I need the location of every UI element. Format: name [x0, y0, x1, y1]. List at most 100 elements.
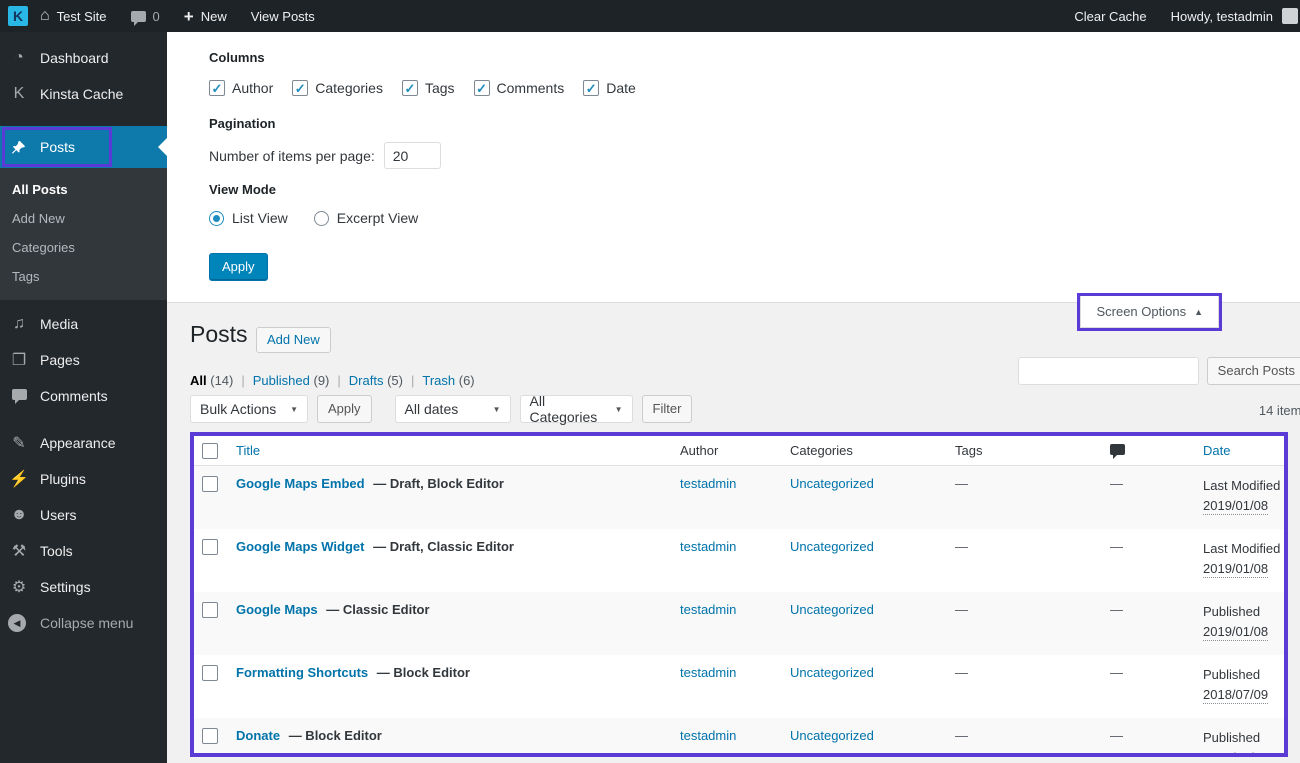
categories-filter-select[interactable]: All Categories ▼: [519, 393, 633, 425]
sidebar-item-users[interactable]: ☻ Users: [0, 497, 167, 533]
columns-heading: Columns: [209, 50, 265, 65]
comments-cell: —: [1110, 602, 1123, 617]
screen-options-apply-button[interactable]: Apply: [209, 253, 268, 281]
sidebar-item-comments[interactable]: Comments: [0, 378, 167, 414]
clear-cache-label: Clear Cache: [1074, 8, 1147, 24]
filter-all[interactable]: All (14): [190, 373, 233, 388]
sort-title-header[interactable]: Title: [226, 443, 680, 458]
checkbox-tags[interactable]: ✓ Tags: [401, 80, 455, 96]
post-title-link[interactable]: Google Maps Widget: [236, 539, 364, 554]
row-checkbox[interactable]: [202, 602, 218, 618]
sort-date-header[interactable]: Date: [1203, 443, 1284, 458]
sidebar-item-settings[interactable]: ⚙ Settings: [0, 569, 167, 605]
row-checkbox[interactable]: [202, 728, 218, 744]
row-checkbox[interactable]: [202, 476, 218, 492]
sidebar-item-kinsta-cache[interactable]: K Kinsta Cache: [0, 76, 167, 112]
author-link[interactable]: testadmin: [680, 728, 736, 743]
submenu-all-posts[interactable]: All Posts: [0, 175, 167, 204]
tags-cell: —: [955, 602, 968, 617]
sidebar-item-media[interactable]: ♫ Media: [0, 306, 167, 342]
page-title: Posts: [190, 321, 248, 347]
bulk-actions-select[interactable]: Bulk Actions ▼: [190, 395, 308, 423]
dates-filter-label: All dates: [404, 401, 459, 417]
radio-excerpt-view[interactable]: Excerpt View: [313, 210, 418, 226]
row-checkbox[interactable]: [202, 539, 218, 555]
chevron-up-icon: ▲: [1194, 306, 1203, 317]
filter-count: (6): [458, 373, 475, 388]
author-link[interactable]: testadmin: [680, 665, 736, 680]
admin-bar-account[interactable]: Howdy, testadmin: [1159, 0, 1300, 32]
sidebar: ◔ Dashboard K Kinsta Cache Posts All Pos…: [0, 32, 167, 763]
bulk-actions-label: Bulk Actions: [200, 401, 277, 417]
checkbox-label: Tags: [424, 80, 455, 96]
date-value: 2019/01/08: [1203, 624, 1269, 641]
checkbox-author[interactable]: ✓ Author: [209, 80, 273, 96]
sidebar-item-plugins[interactable]: ⚡ Plugins: [0, 461, 167, 497]
sidebar-item-label: Pages: [40, 352, 80, 368]
post-title-link[interactable]: Donate: [236, 728, 280, 743]
filter-button[interactable]: Filter: [641, 395, 693, 423]
checkbox-date[interactable]: ✓ Date: [583, 80, 636, 96]
post-state: — Draft, Block Editor: [373, 476, 504, 491]
sidebar-item-dashboard[interactable]: ◔ Dashboard: [0, 40, 167, 76]
post-status-filters: All (14) | Published (9) | Drafts (5) | …: [190, 373, 475, 388]
items-per-page-input[interactable]: [383, 142, 441, 169]
search-input[interactable]: [1017, 357, 1199, 385]
post-title-link[interactable]: Formatting Shortcuts: [236, 665, 368, 680]
kinsta-logo-icon[interactable]: K: [8, 6, 28, 26]
date-status: Published: [1203, 730, 1261, 745]
divider: |: [337, 373, 341, 388]
author-link[interactable]: testadmin: [680, 602, 736, 617]
checkbox-comments[interactable]: ✓ Comments: [473, 80, 565, 96]
filter-label: Published: [252, 373, 310, 388]
dates-filter-select[interactable]: All dates ▼: [394, 395, 511, 423]
search-box: Search Posts: [1017, 357, 1300, 385]
sidebar-item-label: Appearance: [40, 435, 116, 451]
checkbox-icon: ✓: [583, 80, 600, 96]
sidebar-item-tools[interactable]: ⚒ Tools: [0, 533, 167, 569]
checkbox-categories[interactable]: ✓ Categories: [292, 80, 383, 96]
admin-bar-new[interactable]: + New: [172, 0, 239, 32]
sidebar-item-posts[interactable]: Posts: [0, 126, 167, 168]
bulk-apply-button[interactable]: Apply: [317, 395, 372, 423]
add-new-button[interactable]: Add New: [256, 327, 331, 353]
category-link[interactable]: Uncategorized: [790, 539, 874, 554]
admin-bar-comments[interactable]: 0: [119, 0, 172, 32]
home-icon: ⌂: [40, 7, 50, 24]
category-link[interactable]: Uncategorized: [790, 665, 874, 680]
admin-bar-left: K ⌂ Test Site 0 + New View Posts: [0, 0, 327, 32]
author-link[interactable]: testadmin: [680, 539, 736, 554]
filter-count: (9): [313, 373, 330, 388]
post-title-link[interactable]: Google Maps Embed: [236, 476, 365, 491]
filter-drafts[interactable]: Drafts (5): [349, 373, 403, 388]
clear-cache-button[interactable]: Clear Cache: [1062, 0, 1158, 32]
filter-trash[interactable]: Trash (6): [422, 373, 474, 388]
date-status: Last Modified: [1203, 478, 1281, 493]
category-link[interactable]: Uncategorized: [790, 728, 874, 743]
table-row: Google Maps Embed — Draft, Block Editor …: [194, 466, 1284, 529]
submenu-categories[interactable]: Categories: [0, 233, 167, 262]
radio-list-view[interactable]: List View: [209, 210, 288, 226]
post-title-link[interactable]: Google Maps: [236, 602, 318, 617]
sidebar-item-appearance[interactable]: ✎ Appearance: [0, 425, 167, 461]
view-mode-heading: View Mode: [209, 182, 276, 197]
comment-count: 0: [152, 8, 160, 24]
search-posts-button[interactable]: Search Posts: [1206, 357, 1300, 385]
sidebar-item-collapse-menu[interactable]: ◀ Collapse menu: [0, 605, 167, 641]
checkbox-label: Comments: [496, 80, 565, 96]
filter-published[interactable]: Published (9): [253, 373, 330, 388]
submenu-add-new[interactable]: Add New: [0, 204, 167, 233]
sidebar-item-pages[interactable]: ❐ Pages: [0, 342, 167, 378]
category-link[interactable]: Uncategorized: [790, 602, 874, 617]
admin-bar-site[interactable]: ⌂ Test Site: [28, 0, 119, 32]
screen-options-toggle[interactable]: Screen Options ▲: [1080, 296, 1219, 328]
author-link[interactable]: testadmin: [680, 476, 736, 491]
checkbox-label: Author: [232, 80, 274, 96]
row-checkbox[interactable]: [202, 665, 218, 681]
admin-bar-view-posts[interactable]: View Posts: [239, 0, 327, 32]
submenu-tags[interactable]: Tags: [0, 262, 167, 291]
select-all-checkbox[interactable]: [202, 442, 218, 459]
comments-cell: —: [1110, 476, 1123, 491]
category-link[interactable]: Uncategorized: [790, 476, 874, 491]
tools-icon: ⚒: [11, 543, 27, 560]
